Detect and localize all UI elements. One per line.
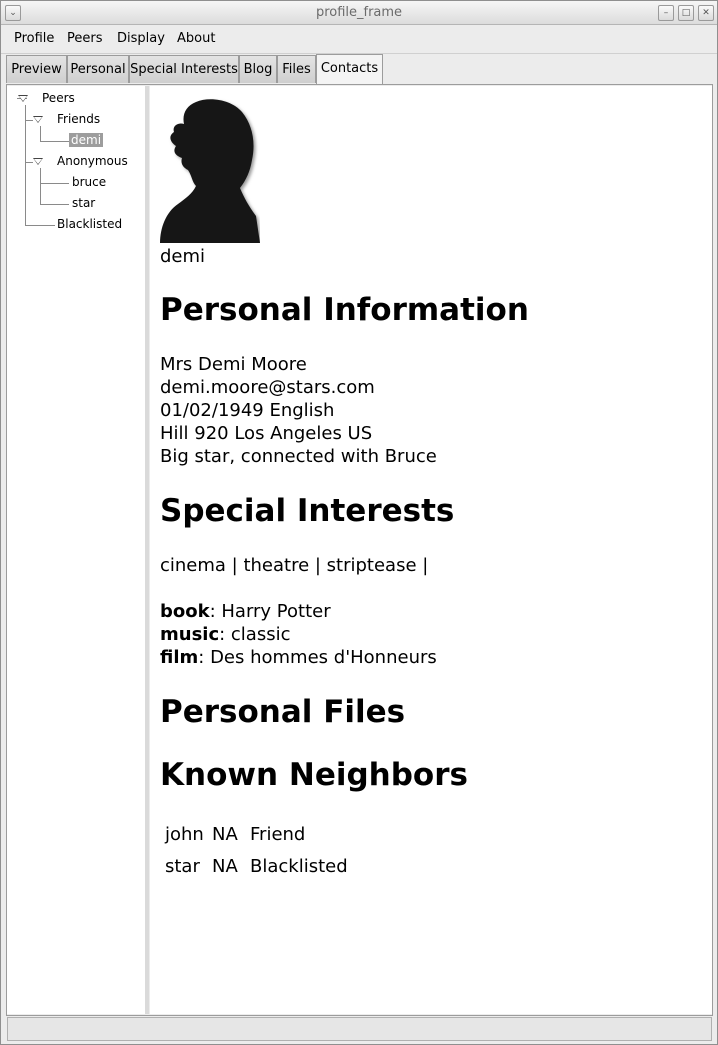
personal-line: Mrs Demi Moore [160, 354, 307, 375]
neighbor-status: NA [212, 856, 238, 877]
tab-bar: Preview Personal Special Interests Blog … [1, 54, 717, 84]
tree-node-bruce[interactable]: bruce [72, 175, 106, 189]
menu-profile[interactable]: Profile [14, 31, 54, 46]
friends-expand-icon[interactable] [33, 116, 43, 123]
neighbor-name: star [165, 856, 200, 877]
tree-line [40, 141, 69, 142]
tree-line [40, 204, 69, 205]
close-icon[interactable]: ✕ [698, 5, 714, 21]
peers-expand-icon[interactable] [18, 95, 28, 102]
tree-line [40, 126, 41, 141]
menu-display[interactable]: Display [117, 31, 165, 46]
tree-node-blacklisted[interactable]: Blacklisted [57, 217, 122, 231]
menu-peers[interactable]: Peers [67, 31, 103, 46]
interests-list: cinema | theatre | striptease | [160, 555, 429, 576]
favorite-film: film: Des hommes d'Honneurs [160, 647, 437, 668]
neighbor-relation: Blacklisted [250, 856, 348, 877]
profile-name: demi [160, 246, 206, 267]
tab-personal[interactable]: Personal [67, 55, 129, 83]
neighbor-status: NA [212, 824, 238, 845]
personal-line: demi.moore@stars.com [160, 377, 375, 398]
minimize-icon[interactable]: – [658, 5, 674, 21]
known-neighbors-heading: Known Neighbors [160, 757, 468, 793]
menu-about[interactable]: About [177, 31, 215, 46]
profile-content: demi Personal Information Mrs Demi Moore… [150, 86, 712, 1014]
avatar [160, 99, 260, 243]
personal-line: Big star, connected with Bruce [160, 446, 437, 467]
title-bar[interactable]: ⌄ profile_frame – □ ✕ [1, 1, 717, 25]
neighbor-name: john [165, 824, 204, 845]
personal-line: 01/02/1949 English [160, 400, 335, 421]
tab-contacts[interactable]: Contacts [316, 54, 383, 84]
menu-bar: Profile Peers Display About [1, 25, 717, 54]
tab-blog[interactable]: Blog [239, 55, 277, 83]
favorite-key: book [160, 601, 210, 622]
personal-info-heading: Personal Information [160, 292, 529, 328]
tree-node-friends[interactable]: Friends [57, 112, 100, 126]
favorite-music: music: classic [160, 624, 291, 645]
maximize-icon[interactable]: □ [678, 5, 694, 21]
neighbor-relation: Friend [250, 824, 306, 845]
window-title: profile_frame [315, 5, 403, 20]
favorite-value: : Harry Potter [209, 601, 331, 622]
favorite-book: book: Harry Potter [160, 601, 331, 622]
favorite-value: : Des hommes d'Honneurs [198, 647, 437, 668]
tree-line [25, 120, 33, 121]
anonymous-expand-icon[interactable] [33, 158, 43, 165]
favorite-value: : classic [219, 624, 291, 645]
peers-tree: Peers Friends demi Anonymous bruce star … [7, 86, 146, 1014]
profile-window: ⌄ profile_frame – □ ✕ Profile Peers Disp… [0, 0, 718, 1045]
personal-files-heading: Personal Files [160, 694, 406, 730]
tree-line [25, 162, 33, 163]
favorite-key: music [160, 624, 220, 645]
tab-preview[interactable]: Preview [6, 55, 67, 83]
split-pane-divider[interactable] [145, 86, 149, 1014]
personal-line: Hill 920 Los Angeles US [160, 423, 373, 444]
special-interests-heading: Special Interests [160, 493, 455, 529]
tree-node-star[interactable]: star [72, 196, 95, 210]
tree-line [40, 183, 69, 184]
status-bar [7, 1017, 712, 1041]
tree-node-demi[interactable]: demi [69, 133, 104, 147]
tree-line [40, 168, 41, 204]
tree-node-peers[interactable]: Peers [42, 91, 75, 105]
tree-line [25, 105, 26, 225]
tab-special-interests[interactable]: Special Interests [129, 55, 239, 83]
tree-line [25, 225, 55, 226]
tree-node-anonymous[interactable]: Anonymous [57, 154, 128, 168]
favorite-key: film [160, 647, 199, 668]
tab-files[interactable]: Files [277, 55, 316, 83]
